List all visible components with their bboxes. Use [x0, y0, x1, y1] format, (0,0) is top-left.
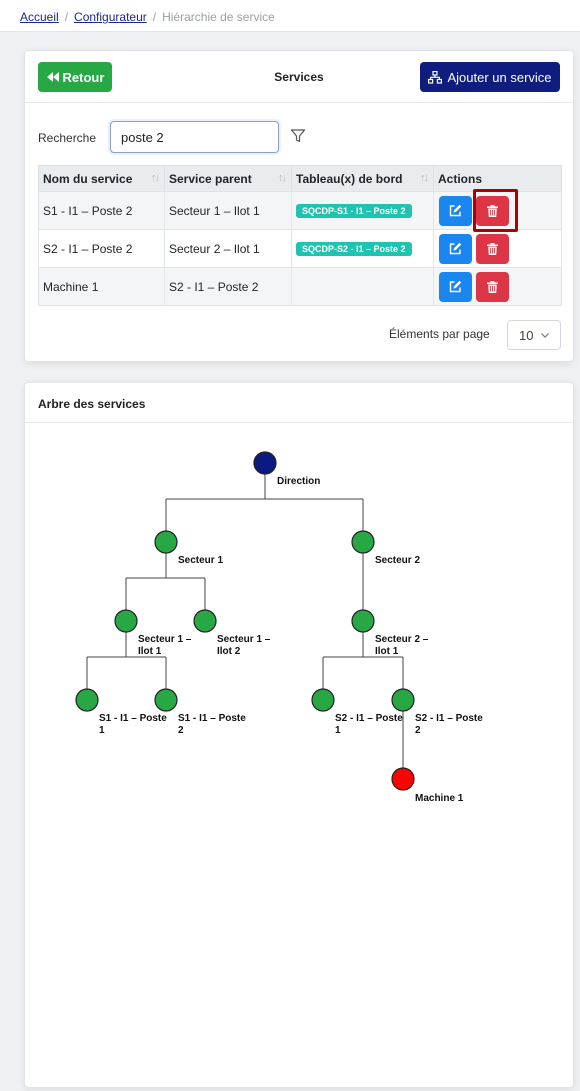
delete-button[interactable]	[476, 271, 509, 302]
sort-arrows-icon[interactable]: ↑↓	[151, 172, 160, 184]
service-tree-diagram: Direction Secteur 1 Secteur 2 Secteur 1 …	[75, 451, 483, 804]
filter-icon[interactable]	[290, 128, 306, 144]
tree-node-secteur-1[interactable]	[154, 530, 178, 554]
pencil-square-icon	[449, 204, 462, 217]
tree-label-secteur-1-ilot-2: Secteur 1 – Ilot 2	[217, 634, 271, 657]
cell-service-name: S1 - I1 – Poste 2	[38, 191, 165, 230]
tree-label-s1-i1-poste-1: S1 - I1 – Poste 1	[99, 713, 167, 736]
dashboard-badge[interactable]: SQCDP-S2 - I1 – Poste 2	[296, 242, 412, 256]
tree-node-secteur-1-ilot-2[interactable]	[193, 609, 217, 633]
cell-service-name: Machine 1	[38, 267, 165, 306]
add-service-label: Ajouter un service	[447, 69, 552, 85]
sort-arrows-icon[interactable]: ↑↓	[278, 172, 287, 184]
tree-label-secteur-2-ilot-1: Secteur 2 – Ilot 1	[375, 634, 429, 657]
delete-button[interactable]	[476, 195, 509, 226]
tree-node-direction[interactable]	[253, 451, 277, 475]
cell-dashboard	[291, 267, 434, 306]
table-row: Machine 1 S2 - I1 – Poste 2	[38, 267, 562, 306]
pencil-square-icon	[449, 242, 462, 255]
table-row: S1 - I1 – Poste 2 Secteur 1 – Ilot 1 SQC…	[38, 191, 562, 230]
service-tree-card: Arbre des services Direction Secteur 1 S…	[24, 382, 574, 1088]
dashboard-badge[interactable]: SQCDP-S1 - I1 – Poste 2	[296, 204, 412, 218]
trash-icon	[487, 242, 498, 255]
breadcrumb-separator: /	[152, 10, 157, 24]
column-header-label: Actions	[438, 171, 483, 186]
sitemap-icon	[428, 70, 443, 84]
tree-node-secteur-1-ilot-1[interactable]	[114, 609, 138, 633]
breadcrumb-home-link[interactable]: Accueil	[20, 10, 59, 24]
cell-service-parent: Secteur 2 – Ilot 1	[164, 229, 292, 268]
breadcrumb-current: Hiérarchie de service	[162, 10, 275, 24]
search-input[interactable]	[110, 121, 279, 153]
tree-label-secteur-2: Secteur 2	[375, 555, 420, 566]
cell-actions	[433, 191, 562, 230]
tree-node-s1-i1-poste-2[interactable]	[154, 688, 178, 712]
service-tree-header: Arbre des services	[25, 383, 573, 423]
tree-label-secteur-1: Secteur 1	[178, 555, 223, 566]
tree-label-secteur-1-ilot-1: Secteur 1 – Ilot 1	[138, 634, 192, 657]
services-card: Retour Services Ajouter un service Reche…	[24, 50, 574, 362]
breadcrumb: Accueil / Configurateur / Hiérarchie de serv…	[0, 0, 580, 32]
tree-label-machine-1: Machine 1	[415, 793, 464, 804]
tree-label-s1-i1-poste-2: S1 - I1 – Poste 2	[178, 713, 246, 736]
cell-service-parent: Secteur 1 – Ilot 1	[164, 191, 292, 230]
items-per-page-value: 10	[519, 328, 534, 343]
column-header-name[interactable]: Nom du service ↑↓	[38, 165, 165, 192]
table-row: S2 - I1 – Poste 2 Secteur 2 – Ilot 1 SQC…	[38, 229, 562, 268]
column-header-parent[interactable]: Service parent ↑↓	[164, 165, 292, 192]
column-header-actions: Actions	[433, 165, 562, 192]
services-card-header: Retour Services Ajouter un service	[25, 51, 573, 103]
cell-dashboard: SQCDP-S1 - I1 – Poste 2	[291, 191, 434, 230]
tree-label-direction: Direction	[277, 476, 320, 487]
tree-node-s2-i1-poste-2[interactable]	[391, 688, 415, 712]
edit-button[interactable]	[439, 233, 472, 264]
cell-service-parent: S2 - I1 – Poste 2	[164, 267, 292, 306]
column-header-label: Nom du service	[43, 171, 133, 186]
cell-service-name: S2 - I1 – Poste 2	[38, 229, 165, 268]
delete-button[interactable]	[476, 233, 509, 264]
add-service-button[interactable]: Ajouter un service	[420, 62, 560, 92]
tree-node-secteur-2-ilot-1[interactable]	[351, 609, 375, 633]
cell-actions	[433, 229, 562, 268]
tree-label-s2-i1-poste-1: S2 - I1 – Poste 1	[335, 713, 403, 736]
search-row: Recherche	[38, 121, 558, 153]
service-tree-title: Arbre des services	[38, 397, 146, 411]
tree-node-s1-i1-poste-1[interactable]	[75, 688, 99, 712]
trash-icon	[487, 204, 498, 217]
search-label: Recherche	[38, 131, 97, 145]
column-header-label: Tableau(x) de bord	[296, 171, 403, 186]
breadcrumb-configurator-link[interactable]: Configurateur	[74, 10, 147, 24]
chevron-down-icon	[541, 333, 549, 338]
items-per-page-label: Éléments par page	[389, 327, 490, 341]
table-header-row: Nom du service ↑↓ Service parent ↑↓ Tablea…	[38, 165, 562, 192]
items-per-page-select[interactable]: 10	[507, 320, 561, 350]
edit-button[interactable]	[439, 271, 472, 302]
column-header-dashboard[interactable]: Tableau(x) de bord ↑↓	[291, 165, 434, 192]
tree-node-secteur-2[interactable]	[351, 530, 375, 554]
breadcrumb-separator: /	[64, 10, 69, 24]
cell-actions	[433, 267, 562, 306]
tree-label-s2-i1-poste-2: S2 - I1 – Poste 2	[415, 713, 483, 736]
pencil-square-icon	[449, 280, 462, 293]
trash-icon	[487, 280, 498, 293]
tree-node-machine-1[interactable]	[391, 767, 415, 791]
sort-arrows-icon[interactable]: ↑↓	[420, 172, 429, 184]
cell-dashboard: SQCDP-S2 - I1 – Poste 2	[291, 229, 434, 268]
services-table: Nom du service ↑↓ Service parent ↑↓ Tablea…	[38, 165, 562, 306]
column-header-label: Service parent	[169, 171, 252, 186]
tree-node-s2-i1-poste-1[interactable]	[311, 688, 335, 712]
edit-button[interactable]	[439, 195, 472, 226]
